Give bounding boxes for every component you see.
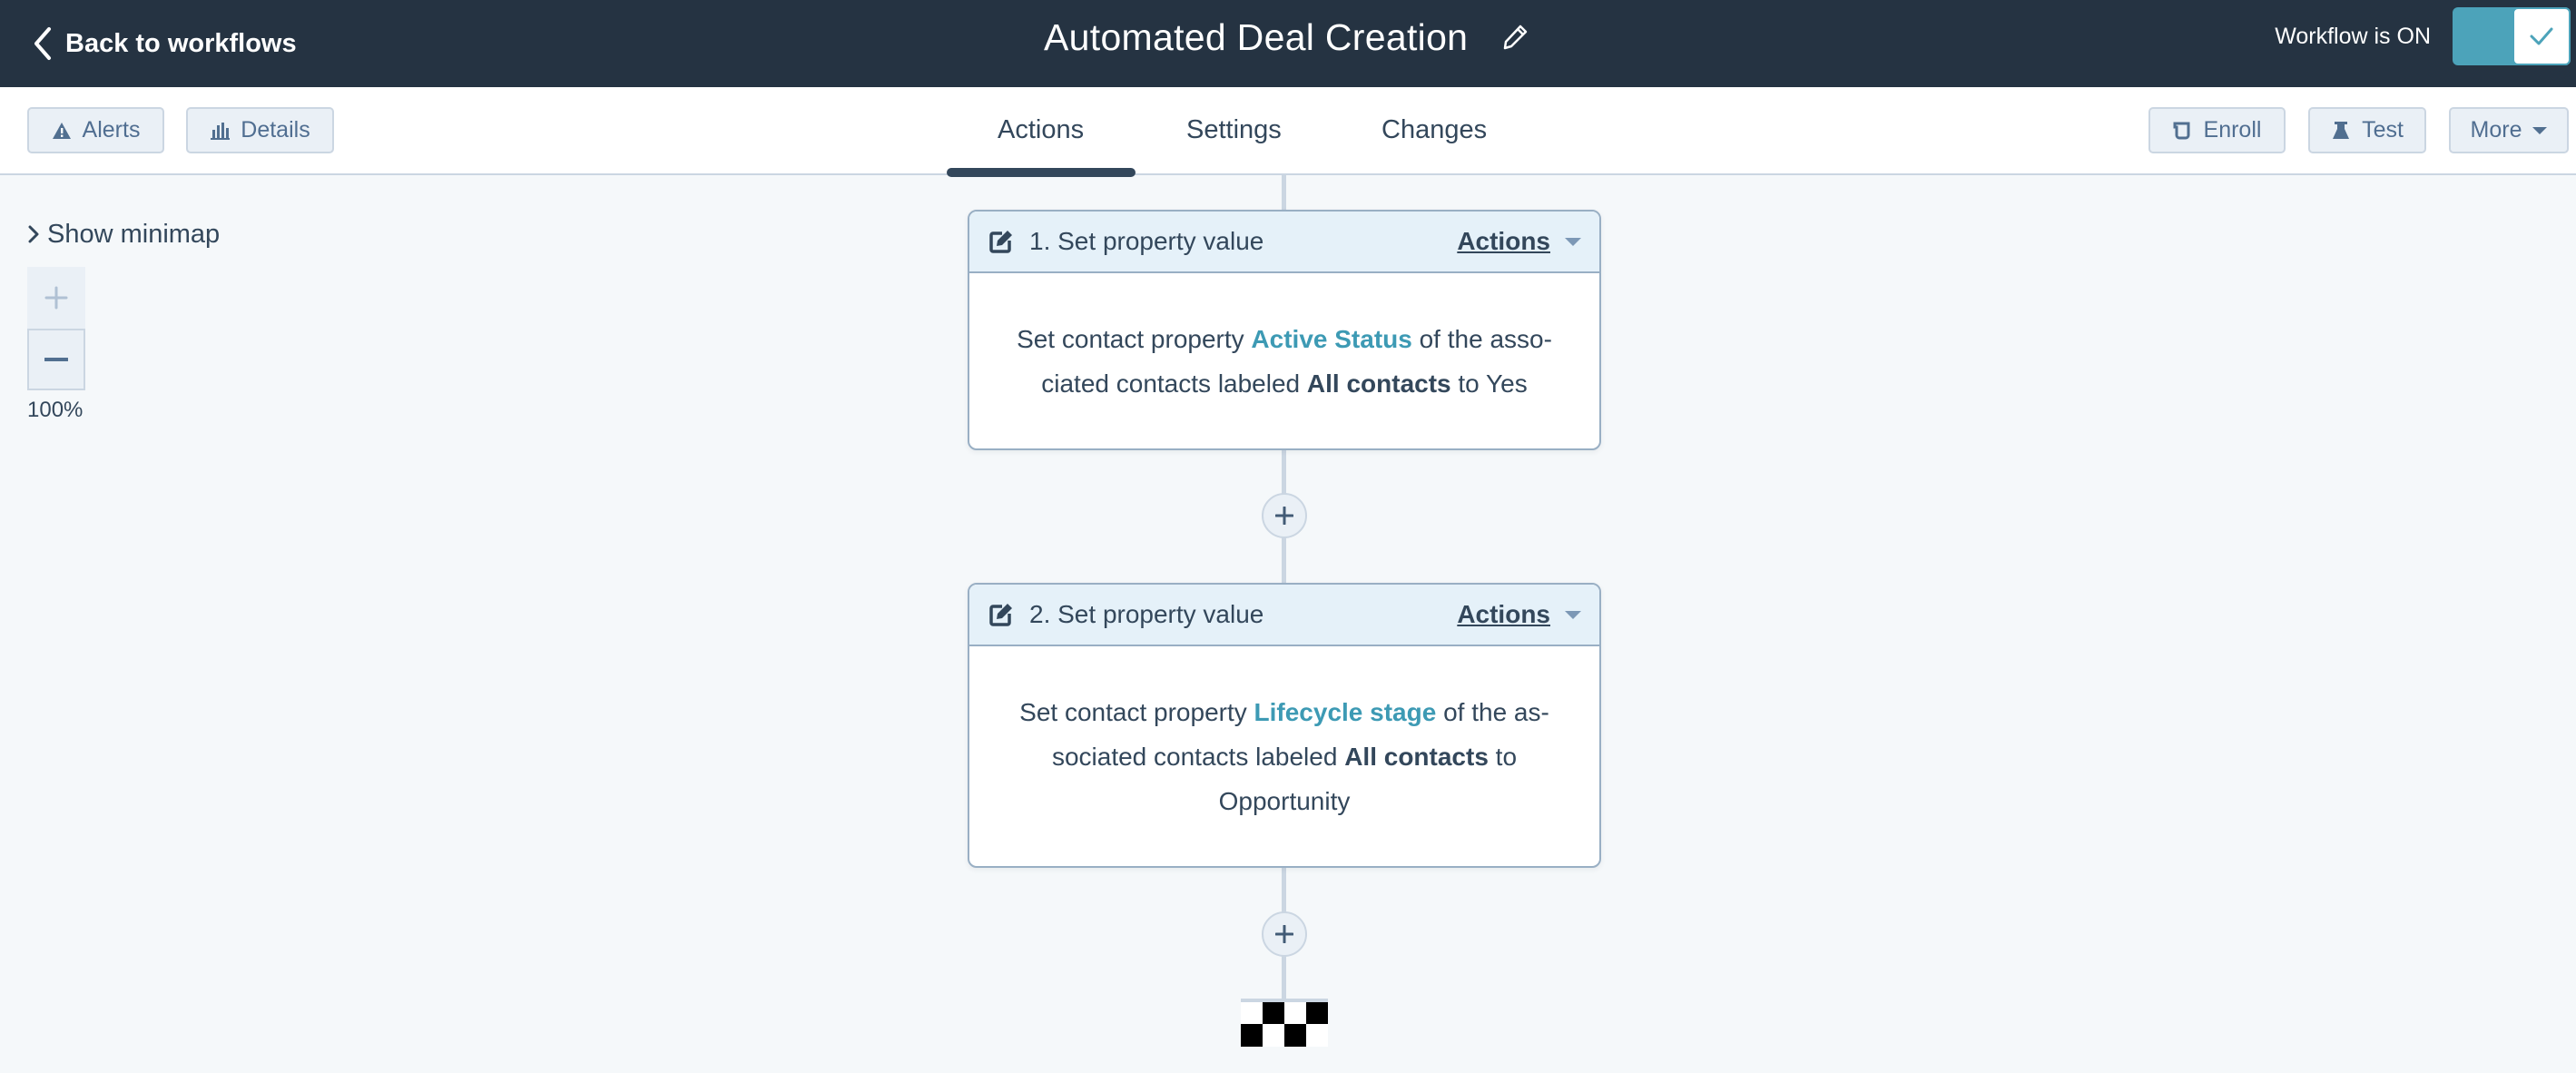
action-menu-dropdown[interactable]: Actions xyxy=(1457,600,1581,629)
description-connector: to xyxy=(1458,369,1480,398)
workflow-title: Automated Deal Creation xyxy=(1044,15,1469,58)
caret-down-icon xyxy=(2532,126,2548,134)
property-link[interactable]: Active Status xyxy=(1251,325,1411,353)
connector-line xyxy=(1282,175,1286,212)
workflow-title-group: Automated Deal Creation xyxy=(1044,13,1528,62)
details-button[interactable]: Details xyxy=(186,107,334,153)
action-title: 2. Set property value xyxy=(1029,600,1264,628)
toggle-knob xyxy=(2512,7,2571,65)
workflow-toolbar: Alerts Details Actions Settings Changes … xyxy=(0,87,2576,177)
plus-icon xyxy=(1275,507,1293,525)
flask-icon xyxy=(2333,121,2350,139)
alerts-label: Alerts xyxy=(82,117,141,143)
back-label: Back to workflows xyxy=(65,28,297,58)
enroll-label: Enroll xyxy=(2203,117,2262,143)
action-description: Set contact property Active Status of th… xyxy=(969,273,1599,448)
action-card-header: 2. Set property value Actions xyxy=(969,585,1599,646)
caret-down-icon xyxy=(1565,237,1581,246)
caret-down-icon xyxy=(1565,610,1581,619)
test-label: Test xyxy=(2362,117,2404,143)
action-description-text: Set contact property Lifecycle stage of … xyxy=(1011,690,1558,823)
chevron-left-icon xyxy=(34,27,51,60)
minus-icon xyxy=(44,358,68,361)
description-prefix: Set contact property xyxy=(1017,324,1244,353)
action-menu-dropdown[interactable]: Actions xyxy=(1457,227,1581,256)
zoom-in-button[interactable] xyxy=(27,267,85,329)
add-action-button[interactable] xyxy=(1262,493,1307,538)
property-value: Yes xyxy=(1486,369,1528,398)
enroll-button[interactable]: Enroll xyxy=(2148,107,2286,153)
action-description: Set contact property Lifecycle stage of … xyxy=(969,646,1599,866)
association-label: All contacts xyxy=(1306,369,1451,398)
action-menu-label: Actions xyxy=(1457,227,1550,255)
action-card-header: 1. Set property value Actions xyxy=(969,212,1599,273)
tab-settings[interactable]: Settings xyxy=(1186,107,1282,153)
workflow-on-toggle[interactable] xyxy=(2453,7,2571,65)
details-label: Details xyxy=(241,117,310,143)
action-description-text: Set contact property Active Status of th… xyxy=(1015,317,1554,406)
tab-changes[interactable]: Changes xyxy=(1381,107,1487,153)
property-value: Opportunity xyxy=(1218,786,1351,815)
association-label: All contacts xyxy=(1344,742,1489,771)
show-minimap-toggle[interactable]: Show minimap xyxy=(27,216,220,252)
test-button[interactable]: Test xyxy=(2308,107,2426,153)
action-card[interactable]: 2. Set property value Actions Set contac… xyxy=(968,583,1601,868)
description-connector: to xyxy=(1495,742,1518,771)
action-title: 1. Set property value xyxy=(1029,227,1264,255)
workflow-status-text: Workflow is ON xyxy=(2275,24,2431,49)
alerts-button[interactable]: Alerts xyxy=(27,107,164,153)
tab-actions[interactable]: Actions xyxy=(998,107,1084,153)
more-dropdown-button[interactable]: More xyxy=(2449,107,2569,153)
more-label: More xyxy=(2470,117,2522,143)
action-card[interactable]: 1. Set property value Actions Set contac… xyxy=(968,210,1601,450)
action-menu-label: Actions xyxy=(1457,600,1550,628)
check-icon xyxy=(2530,27,2553,45)
top-bar: Back to workflows Automated Deal Creatio… xyxy=(0,0,2576,87)
description-prefix: Set contact property xyxy=(1019,697,1247,726)
bar-chart-icon xyxy=(211,122,231,140)
edit-icon xyxy=(989,604,1012,626)
chevron-right-icon xyxy=(28,225,39,243)
active-tab-indicator xyxy=(947,168,1136,177)
back-to-workflows-link[interactable]: Back to workflows xyxy=(33,20,297,67)
add-action-button[interactable] xyxy=(1262,911,1307,957)
finish-flag-icon xyxy=(1241,999,1328,1047)
zoom-level: 100% xyxy=(27,398,84,422)
minimap-label: Show minimap xyxy=(47,219,221,249)
warning-icon xyxy=(52,122,71,139)
property-link[interactable]: Lifecycle stage xyxy=(1254,698,1437,726)
plus-icon xyxy=(1275,925,1293,943)
edit-icon xyxy=(989,231,1012,253)
plus-icon xyxy=(44,286,68,310)
pencil-icon[interactable] xyxy=(1502,25,1528,50)
zoom-out-button[interactable] xyxy=(27,329,85,390)
enroll-icon xyxy=(2173,122,2190,139)
